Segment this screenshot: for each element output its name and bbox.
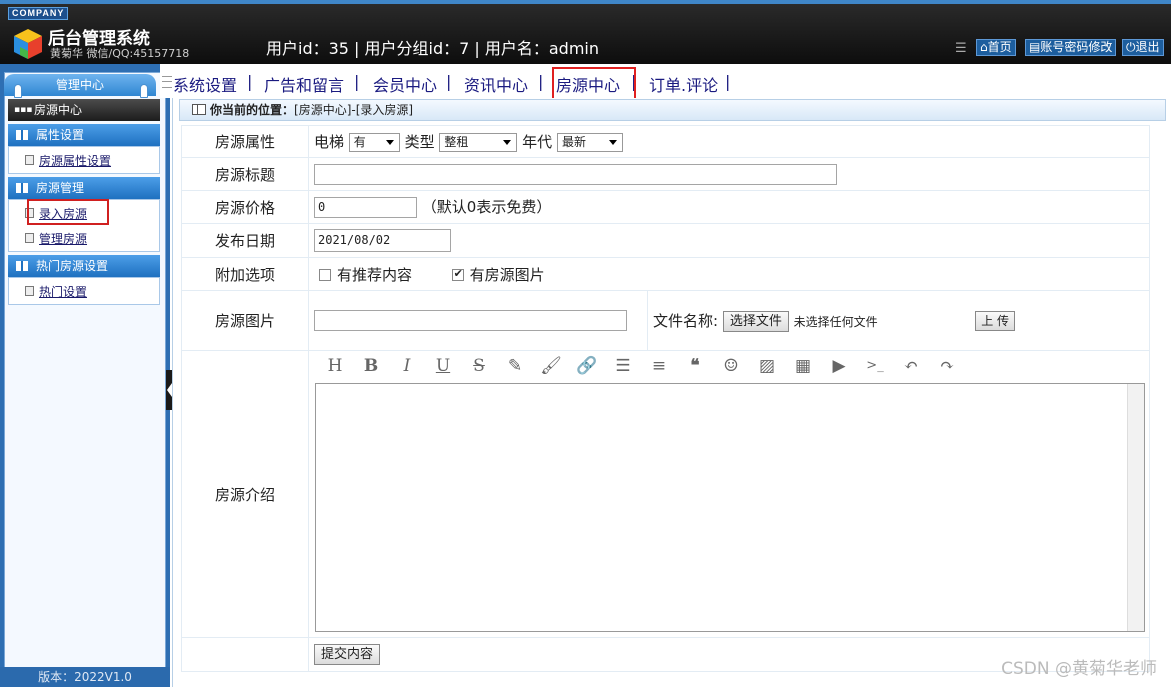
page-icon [25,286,34,296]
year-select[interactable]: 最新 [556,133,623,152]
sidebar-item-manage-house[interactable]: 管理房源 [39,230,87,247]
logo-icon [14,29,42,59]
page-icon [25,155,34,165]
page-icon [25,233,34,243]
highlighter-icon[interactable]: ✎ [504,355,526,377]
title-input[interactable] [314,163,837,185]
table-icon[interactable]: ▦ [792,355,814,377]
sidebar-group-body: 热门设置 [8,277,160,305]
choose-file-button[interactable]: 选择文件 [722,310,789,332]
no-file-text: 未选择任何文件 [793,314,878,329]
tab-orders-comments[interactable]: 订单.评论 [649,72,718,96]
sidebar-item-attribute-settings[interactable]: 房源属性设置 [39,152,111,169]
system-subtitle: 黄菊华 微信/QQ:45157718 [50,47,190,60]
sidebar-group-house-management[interactable]: 房源管理 [8,177,160,199]
breadcrumb: 你当前的位置：[房源中心]-[录入房源] [179,99,1166,121]
grid-icon: ▪▪▪ [14,105,33,115]
field-label: 房源介绍 [181,350,309,638]
main-content: 你当前的位置：[房源中心]-[录入房源] 房源属性 电梯 有 类型 整租 年代 … [172,98,1171,687]
top-nav: 系统设置 | 广告和留言 | 会员中心 | 资讯中心 | 房源中心 | 订单.评… [160,64,1171,103]
sidebar-group-body: 房源属性设置 [8,146,160,174]
app-header: COMPANY 后台管理系统 黄菊华 微信/QQ:45157718 用户id：3… [0,0,1171,64]
panel-icon [192,104,206,115]
link-icon[interactable]: 🔗 [576,355,598,377]
code-icon[interactable]: >_ [864,355,886,377]
pin-icon [140,84,148,98]
nav-grip-icon [162,76,172,88]
price-input[interactable]: 0 [314,197,417,218]
version-label: 版本：2022V1.0 [0,667,170,687]
bold-icon[interactable]: B [360,355,382,377]
field-label: 附加选项 [181,257,309,291]
recommend-checkbox[interactable] [319,269,331,281]
brush-icon[interactable]: 🖌 [540,355,562,377]
upload-button[interactable]: 上 传 [975,311,1016,331]
quote-icon[interactable]: ❝ [684,355,706,377]
intro-editor[interactable] [315,383,1145,632]
pin-icon [14,84,22,98]
field-label: 发布日期 [181,223,309,258]
video-icon[interactable]: ▶ [828,355,850,377]
account-icon: ▤ [1029,40,1041,54]
editor-scrollbar[interactable] [1127,384,1144,631]
italic-icon[interactable]: I [396,355,418,377]
field-label: 房源图片 [181,290,309,351]
house-form: 房源属性 电梯 有 类型 整租 年代 最新 房源标题 房源价格 0 （默认0表示… [181,125,1150,672]
field-label: 房源属性 [181,125,309,158]
strikethrough-icon[interactable]: S [468,355,490,377]
company-badge: COMPANY [8,7,69,20]
home-button[interactable]: ⌂首页 [976,39,1016,56]
highlight-box [27,199,109,225]
heading-icon[interactable]: H [324,355,346,377]
align-icon[interactable]: ≡ [648,355,670,377]
submit-button[interactable]: 提交内容 [314,644,381,665]
panel-icon [16,183,28,193]
sidebar-title: 管理中心 [4,74,156,96]
emoji-icon[interactable]: ☺ [720,355,742,377]
power-icon: ⏻ [1126,40,1136,54]
logout-button[interactable]: ⏻退出 [1122,39,1164,56]
watermark: CSDN @黄菊华老师 [1001,659,1157,679]
sidebar-group-attributes[interactable]: 属性设置 [8,124,160,146]
user-info: 用户id：35 | 用户分组id：7 | 用户名：admin [266,39,600,58]
account-password-button[interactable]: ▤账号密码修改 [1025,39,1117,56]
has-image-checkbox[interactable]: ✔ [451,267,464,281]
date-input[interactable]: 2021/08/02 [314,229,451,252]
price-hint: （默认0表示免费） [421,198,552,216]
bullet-list-icon[interactable]: ☰ [612,355,634,377]
sidebar-group-hot-settings[interactable]: 热门房源设置 [8,255,160,277]
field-label: 房源标题 [181,157,309,191]
tab-ads-messages[interactable]: 广告和留言 [264,72,344,96]
redo-icon[interactable]: ↷ [936,355,958,377]
undo-icon[interactable]: ↶ [900,355,922,377]
home-icon: ⌂ [980,40,988,54]
field-label: 房源价格 [181,190,309,224]
panel-icon [16,261,28,271]
image-path-input[interactable] [314,310,627,331]
sidebar-current-section: ▪▪▪ 房源中心 [8,99,160,121]
tab-news[interactable]: 资讯中心 [464,72,528,96]
type-select[interactable]: 整租 [439,133,518,152]
tab-members[interactable]: 会员中心 [373,72,437,96]
panel-icon [16,130,28,140]
tab-system-settings[interactable]: 系统设置 [173,72,237,96]
menu-lines-icon: ☰ [955,41,967,56]
sidebar-item-hot-settings[interactable]: 热门设置 [39,283,87,300]
underline-icon[interactable]: U [432,355,454,377]
image-icon[interactable]: ▨ [756,355,778,377]
elevator-select[interactable]: 有 [348,133,400,152]
